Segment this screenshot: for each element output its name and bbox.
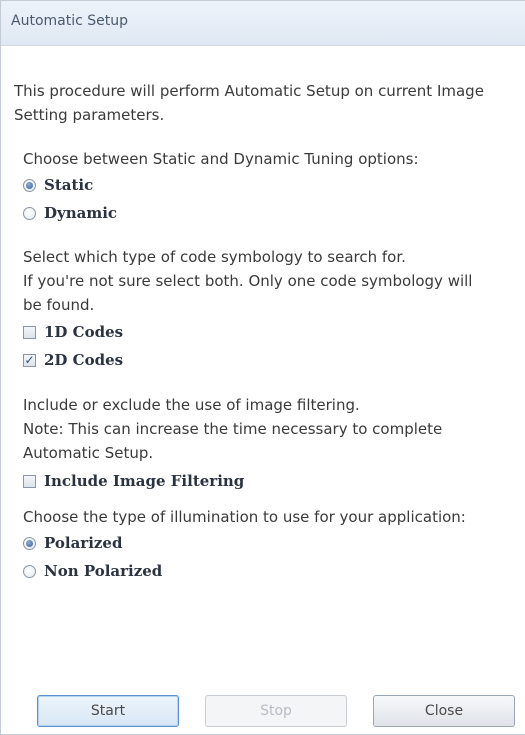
- close-button[interactable]: Close: [373, 695, 515, 727]
- 1d-codes-checkbox[interactable]: [23, 325, 36, 339]
- dynamic-label: Dynamic: [44, 204, 118, 222]
- polarized-label: Polarized: [44, 534, 123, 552]
- static-radio-option[interactable]: Static: [23, 173, 93, 197]
- filtering-text-line1: Include or exclude the use of image filt…: [23, 396, 360, 414]
- dynamic-radio[interactable]: [23, 206, 36, 220]
- non-polarized-label: Non Polarized: [44, 562, 163, 580]
- image-filtering-checkbox-option[interactable]: Include Image Filtering: [23, 469, 244, 493]
- image-filtering-checkbox[interactable]: [23, 474, 36, 488]
- automatic-setup-dialog: Automatic Setup This procedure will perf…: [0, 0, 525, 735]
- 1d-codes-checkbox-option[interactable]: 1D Codes: [23, 320, 123, 344]
- 2d-codes-label: 2D Codes: [44, 351, 124, 369]
- non-polarized-radio-option[interactable]: Non Polarized: [23, 559, 162, 583]
- symbology-text-line2: If you're not sure select both. Only one…: [23, 272, 473, 290]
- polarized-radio-option[interactable]: Polarized: [23, 531, 122, 555]
- title-bar: Automatic Setup: [1, 1, 525, 46]
- illumination-prompt: Choose the type of illumination to use f…: [23, 508, 466, 526]
- static-radio[interactable]: [23, 178, 36, 192]
- symbology-text-line3: be found.: [23, 296, 95, 314]
- start-button[interactable]: Start: [37, 695, 179, 727]
- static-label: Static: [44, 176, 94, 194]
- 1d-codes-label: 1D Codes: [44, 323, 124, 341]
- non-polarized-radio[interactable]: [23, 564, 36, 578]
- intro-text-line1: This procedure will perform Automatic Se…: [14, 82, 484, 100]
- filtering-text-line3: Automatic Setup.: [23, 444, 154, 462]
- 2d-codes-checkbox[interactable]: ✓: [23, 353, 36, 367]
- window-title: Automatic Setup: [11, 13, 128, 29]
- symbology-text-line1: Select which type of code symbology to s…: [23, 248, 406, 266]
- stop-button[interactable]: Stop: [205, 695, 347, 727]
- tuning-prompt: Choose between Static and Dynamic Tuning…: [23, 150, 419, 168]
- polarized-radio[interactable]: [23, 536, 36, 550]
- 2d-codes-checkbox-option[interactable]: ✓ 2D Codes: [23, 348, 123, 372]
- dynamic-radio-option[interactable]: Dynamic: [23, 201, 117, 225]
- intro-text-line2: Setting parameters.: [14, 106, 165, 124]
- image-filtering-label: Include Image Filtering: [44, 472, 245, 490]
- filtering-text-line2: Note: This can increase the time necessa…: [23, 420, 443, 438]
